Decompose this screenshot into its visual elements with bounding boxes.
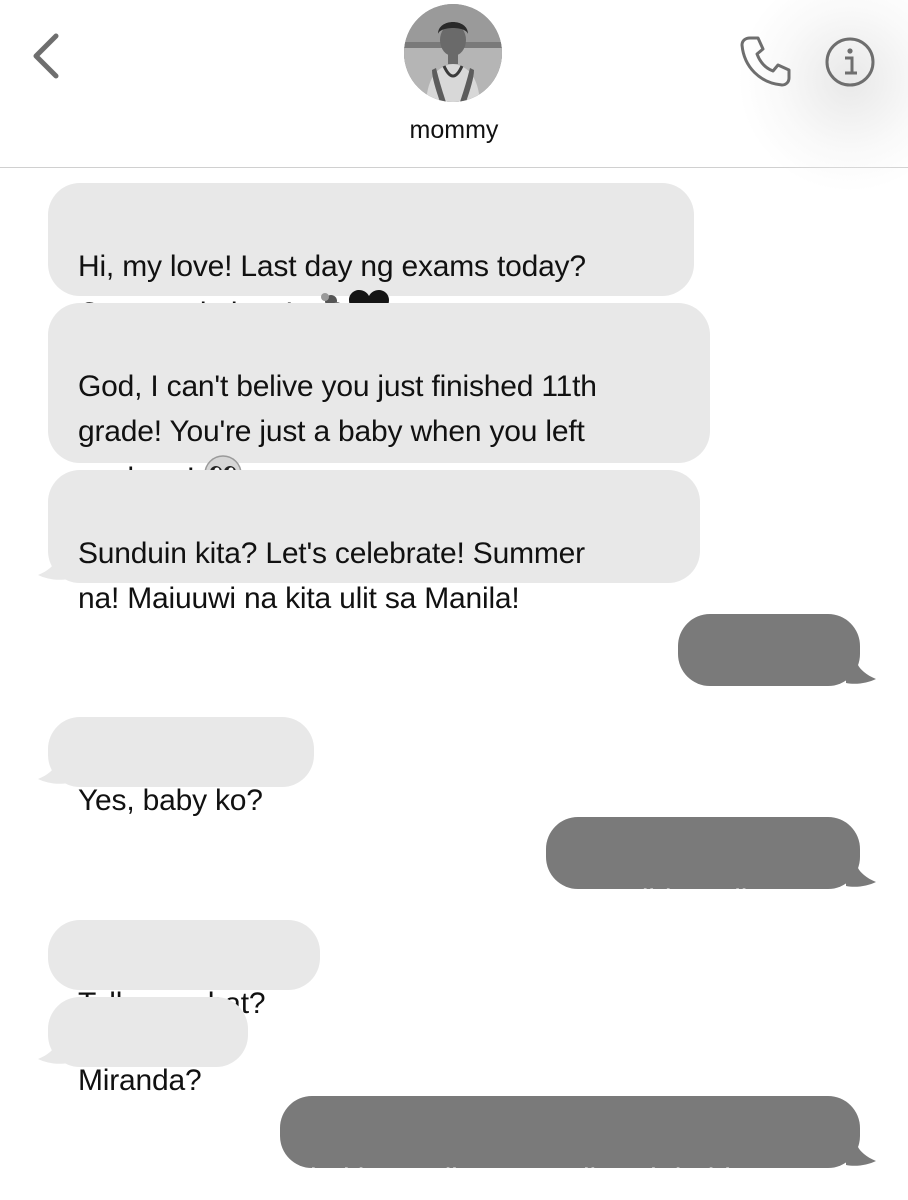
messages-screen: mommy Hi, my love! Last day ng exams tod… [0, 0, 908, 1200]
bubble-tail [846, 665, 876, 684]
message-text: bakit may ibang pamilya si daddy? [310, 1163, 762, 1196]
bubble-tail [38, 561, 68, 580]
received-message[interactable]: Yes, baby ko? [48, 717, 314, 817]
message-text: Miranda? [78, 1064, 202, 1097]
received-message[interactable]: Sunduin kita? Let's celebrate! Summer na… [48, 470, 700, 615]
conversation-header: mommy [0, 0, 908, 190]
bubble-tail [38, 1045, 68, 1064]
sent-message[interactable]: mommy [678, 614, 860, 714]
received-message[interactable]: Hi, my love! Last day ng exams today? Co… [48, 183, 694, 330]
touch-highlight [740, 0, 908, 190]
avatar-photo [404, 4, 502, 102]
call-button[interactable] [736, 32, 794, 90]
received-message[interactable]: God, I can't belive you just finished 11… [48, 303, 710, 495]
phone-icon [740, 36, 791, 87]
received-message[interactable]: Tell you what? [48, 920, 320, 1020]
message-text: Yes, baby ko? [78, 784, 263, 817]
chevron-left-icon [33, 33, 59, 79]
contact-name[interactable]: mommy [0, 116, 908, 145]
bubble-tail [38, 765, 68, 784]
received-message[interactable]: Miranda? [48, 997, 248, 1097]
message-thread[interactable]: Hi, my love! Last day ng exams today? Co… [0, 168, 908, 1200]
bubble-tail [846, 868, 876, 887]
sent-message[interactable]: bakit may ibang pamilya si daddy? [280, 1096, 860, 1196]
message-text: mommy [708, 681, 814, 714]
sent-message[interactable]: you didn't tell me [546, 817, 860, 917]
back-button[interactable] [26, 30, 66, 82]
message-text: you didn't tell me [576, 884, 797, 917]
bubble-tail [846, 1147, 876, 1166]
info-icon [825, 37, 875, 87]
info-button[interactable] [824, 36, 876, 88]
contact-avatar[interactable] [404, 4, 502, 102]
message-text: Sunduin kita? Let's celebrate! Summer na… [78, 537, 585, 615]
